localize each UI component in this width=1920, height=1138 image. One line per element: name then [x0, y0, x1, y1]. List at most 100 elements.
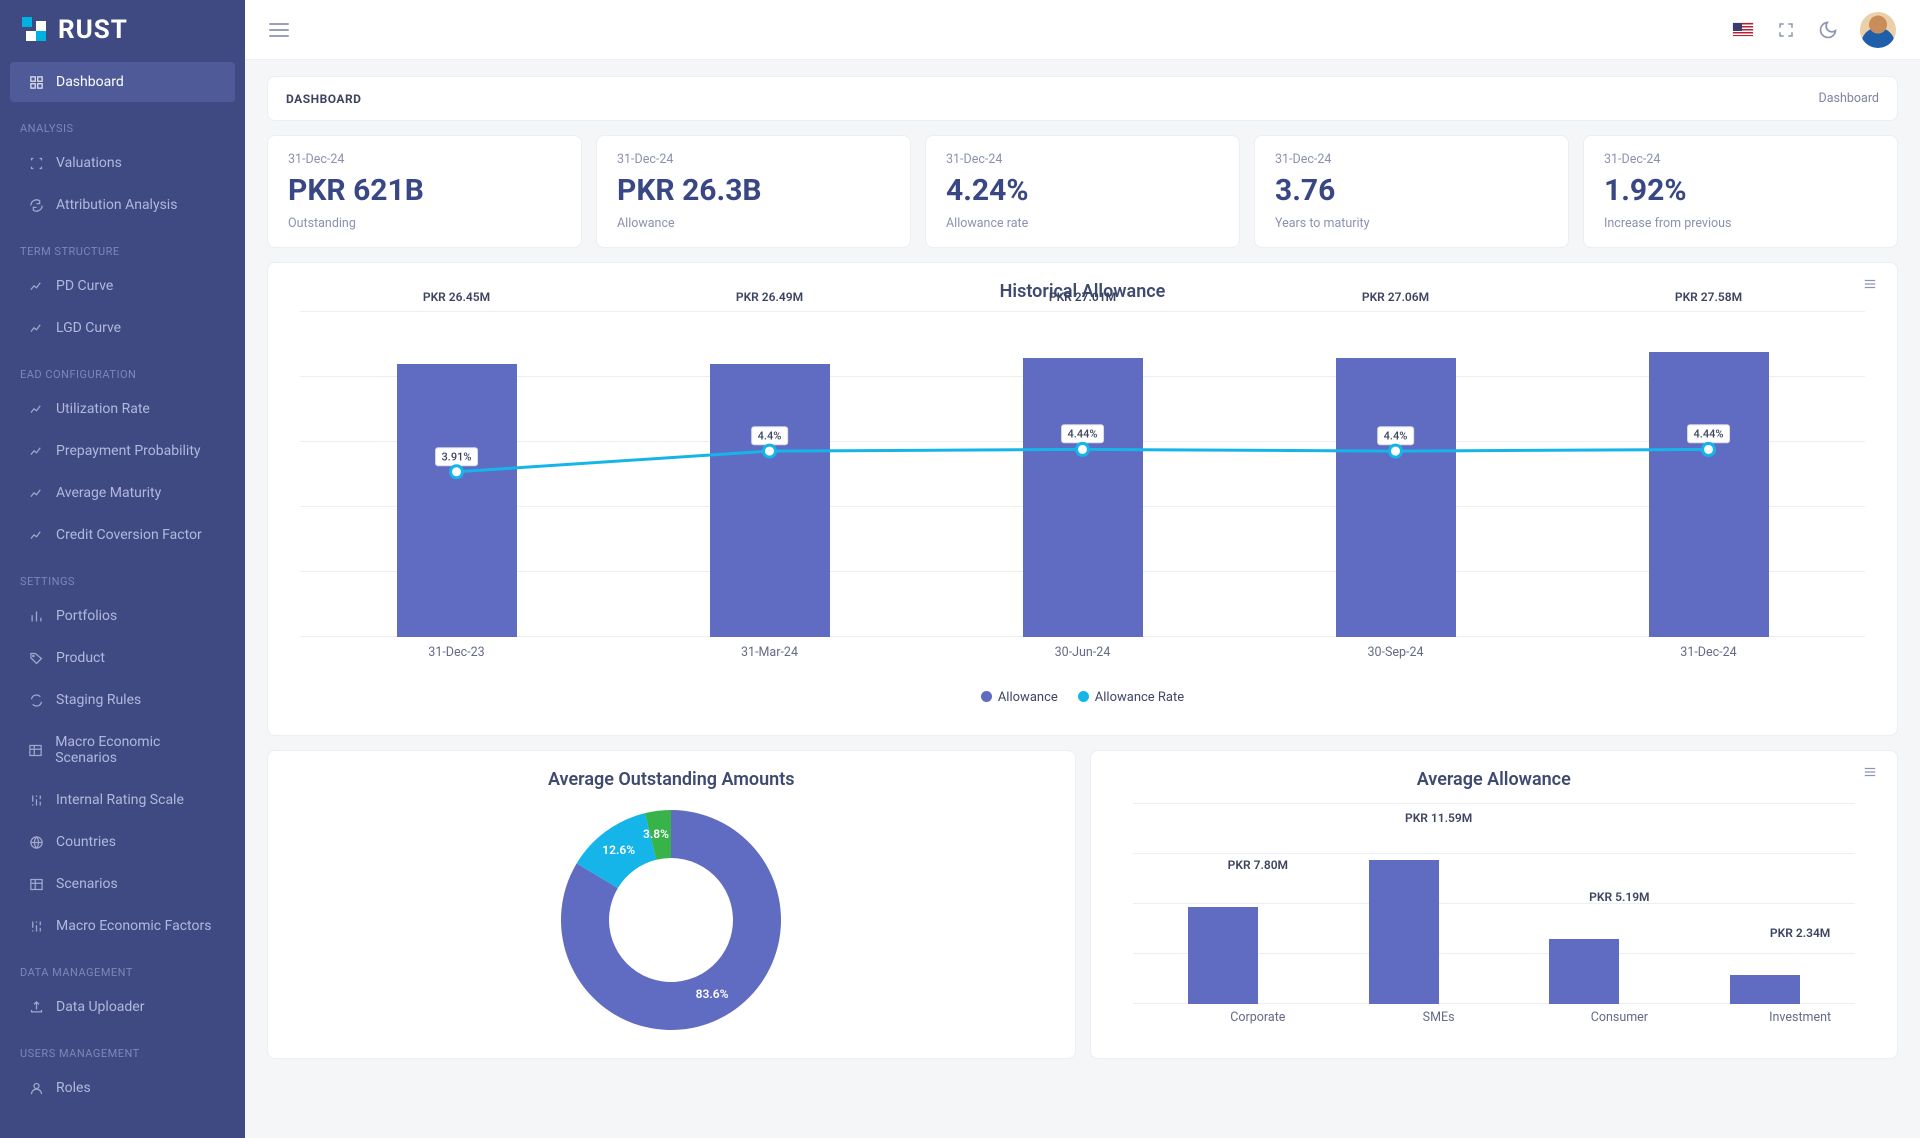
sidebar-item-countries[interactable]: Countries — [10, 822, 235, 862]
sidebar-item-label: Product — [56, 650, 105, 666]
allowance-bar[interactable] — [710, 364, 830, 638]
bar-value-label: PKR 26.49M — [690, 290, 850, 304]
sidebar-item-label: Dashboard — [56, 74, 124, 90]
sidebar-item-lgd-curve[interactable]: LGD Curve — [10, 308, 235, 348]
kpi-value: PKR 26.3B — [617, 173, 890, 208]
sidebar-item-label: Scenarios — [56, 876, 118, 892]
page-header: DASHBOARD Dashboard — [267, 76, 1898, 121]
sidebar-item-prepayment-probability[interactable]: Prepayment Probability — [10, 431, 235, 471]
allowance-bar[interactable] — [1730, 975, 1800, 1004]
allowance-bar[interactable] — [1336, 358, 1456, 637]
avg-outstanding-chart: 83.6% 12.6% 3.8% — [551, 800, 791, 1040]
sidebar-item-label: Roles — [56, 1080, 91, 1096]
line-point-label: 4.44% — [1061, 425, 1105, 444]
legend-item[interactable]: Allowance — [981, 690, 1058, 705]
sidebar-item-valuations[interactable]: Valuations — [10, 143, 235, 183]
sidebar-item-pd-curve[interactable]: PD Curve — [10, 266, 235, 306]
sidebar-item-label: Credit Coversion Factor — [56, 527, 202, 543]
brand-logo[interactable]: RUST — [0, 0, 245, 60]
brand-text: RUST — [58, 15, 128, 45]
bar-group: PKR 26.49M31-Mar-24 — [710, 312, 830, 637]
line-point-label: 3.91% — [435, 447, 479, 466]
table-icon — [28, 742, 43, 758]
breadcrumb[interactable]: Dashboard — [1819, 91, 1879, 106]
donut-slice-label: 83.6% — [696, 987, 729, 1001]
kpi-date: 31-Dec-24 — [288, 152, 561, 167]
sidebar-item-label: Portfolios — [56, 608, 117, 624]
sidebar-item-scenarios[interactable]: Scenarios — [10, 864, 235, 904]
bar-value-label: PKR 27.06M — [1316, 290, 1476, 304]
allowance-bar[interactable] — [1369, 860, 1439, 1004]
avg-outstanding-title: Average Outstanding Amounts — [290, 769, 1053, 790]
sidebar-heading: SETTINGS — [0, 557, 245, 594]
sidebar-item-label: Utilization Rate — [56, 401, 150, 417]
kpi-card: 31-Dec-244.24%Allowance rate — [925, 135, 1240, 248]
menu-toggle-icon[interactable] — [269, 23, 289, 37]
x-axis-label: Corporate — [1158, 1010, 1358, 1025]
sidebar-item-label: Valuations — [56, 155, 122, 171]
sidebar-item-credit-coversion-factor[interactable]: Credit Coversion Factor — [10, 515, 235, 555]
donut-slice-label: 12.6% — [602, 843, 635, 857]
sidebar-item-data-uploader[interactable]: Data Uploader — [10, 987, 235, 1027]
allowance-bar[interactable] — [1023, 358, 1143, 637]
x-axis-label: SMEs — [1339, 1010, 1539, 1025]
scan-icon — [28, 155, 44, 171]
historical-allowance-chart: PKR 26.45M31-Dec-233.91%PKR 26.49M31-Mar… — [290, 312, 1875, 717]
donut-slice-label: 3.8% — [643, 827, 669, 841]
cycle-icon — [28, 692, 44, 708]
language-flag-icon[interactable] — [1732, 22, 1754, 37]
sidebar-item-staging-rules[interactable]: Staging Rules — [10, 680, 235, 720]
dark-mode-icon[interactable] — [1818, 20, 1838, 40]
bar-group: PKR 27.58M31-Dec-24 — [1649, 312, 1769, 637]
bar-value-label: PKR 5.19M — [1519, 890, 1719, 904]
sidebar-item-label: Countries — [56, 834, 116, 850]
chart-legend: Allowance Allowance Rate — [290, 690, 1875, 705]
brand-logo-icon — [22, 17, 48, 43]
x-axis-label: 30-Jun-24 — [1003, 645, 1163, 660]
sidebar-item-label: LGD Curve — [56, 320, 121, 336]
sidebar-item-roles[interactable]: Roles — [10, 1068, 235, 1108]
allowance-bar[interactable] — [1549, 939, 1619, 1004]
x-axis-label: 31-Dec-23 — [377, 645, 537, 660]
kpi-card: 31-Dec-24 1.92% Increase from previous — [1583, 135, 1898, 248]
sidebar-heading: ANALYSIS — [0, 104, 245, 141]
allowance-bar[interactable] — [1188, 907, 1258, 1004]
sidebar-item-attribution-analysis[interactable]: Attribution Analysis — [10, 185, 235, 225]
page-title: DASHBOARD — [286, 92, 361, 106]
kpi-label: Increase from previous — [1604, 216, 1877, 231]
kpi-card: 31-Dec-24PKR 621BOutstanding — [267, 135, 582, 248]
sidebar-item-internal-rating-scale[interactable]: Internal Rating Scale — [10, 780, 235, 820]
sidebar-item-macro-economic-scenarios[interactable]: Macro Economic Scenarios — [10, 722, 235, 778]
sidebar-item-label: Macro Economic Scenarios — [55, 734, 217, 766]
x-axis-label: 30-Sep-24 — [1316, 645, 1476, 660]
sidebar-item-utilization-rate[interactable]: Utilization Rate — [10, 389, 235, 429]
refresh-icon — [28, 197, 44, 213]
kpi-value: 4.24% — [946, 173, 1219, 208]
sidebar-heading: DATA MANAGEMENT — [0, 948, 245, 985]
panel-menu-icon[interactable] — [1861, 277, 1879, 291]
user-avatar[interactable] — [1860, 12, 1896, 48]
sidebar-item-macro-economic-factors[interactable]: Macro Economic Factors — [10, 906, 235, 946]
sidebar-item-label: Average Maturity — [56, 485, 161, 501]
sidebar: RUST Dashboard ANALYSIS Valuations Attribut… — [0, 0, 245, 1138]
kpi-date: 31-Dec-24 — [1604, 152, 1877, 167]
globe-icon — [28, 834, 44, 850]
kpi-value: 1.92% — [1604, 173, 1877, 208]
kpi-date: 31-Dec-24 — [617, 152, 890, 167]
allowance-bar[interactable] — [397, 364, 517, 637]
legend-item[interactable]: Allowance Rate — [1078, 690, 1184, 705]
sidebar-item-dashboard[interactable]: Dashboard — [10, 62, 235, 102]
sidebar-item-average-maturity[interactable]: Average Maturity — [10, 473, 235, 513]
sidebar-item-label: Data Uploader — [56, 999, 144, 1015]
sidebar-item-portfolios[interactable]: Portfolios — [10, 596, 235, 636]
bar-value-label: PKR 27.58M — [1629, 290, 1789, 304]
sidebar-item-product[interactable]: Product — [10, 638, 235, 678]
allowance-bar[interactable] — [1649, 352, 1769, 637]
line-point-label: 4.4% — [751, 426, 789, 445]
fullscreen-icon[interactable] — [1776, 20, 1796, 40]
user-icon — [28, 1080, 44, 1096]
line-point-label: 4.44% — [1687, 425, 1731, 444]
panel-menu-icon[interactable] — [1861, 765, 1879, 779]
x-axis-label: Consumer — [1519, 1010, 1719, 1025]
kpi-cards-row: 31-Dec-24PKR 621BOutstanding31-Dec-24PKR… — [267, 135, 1898, 248]
